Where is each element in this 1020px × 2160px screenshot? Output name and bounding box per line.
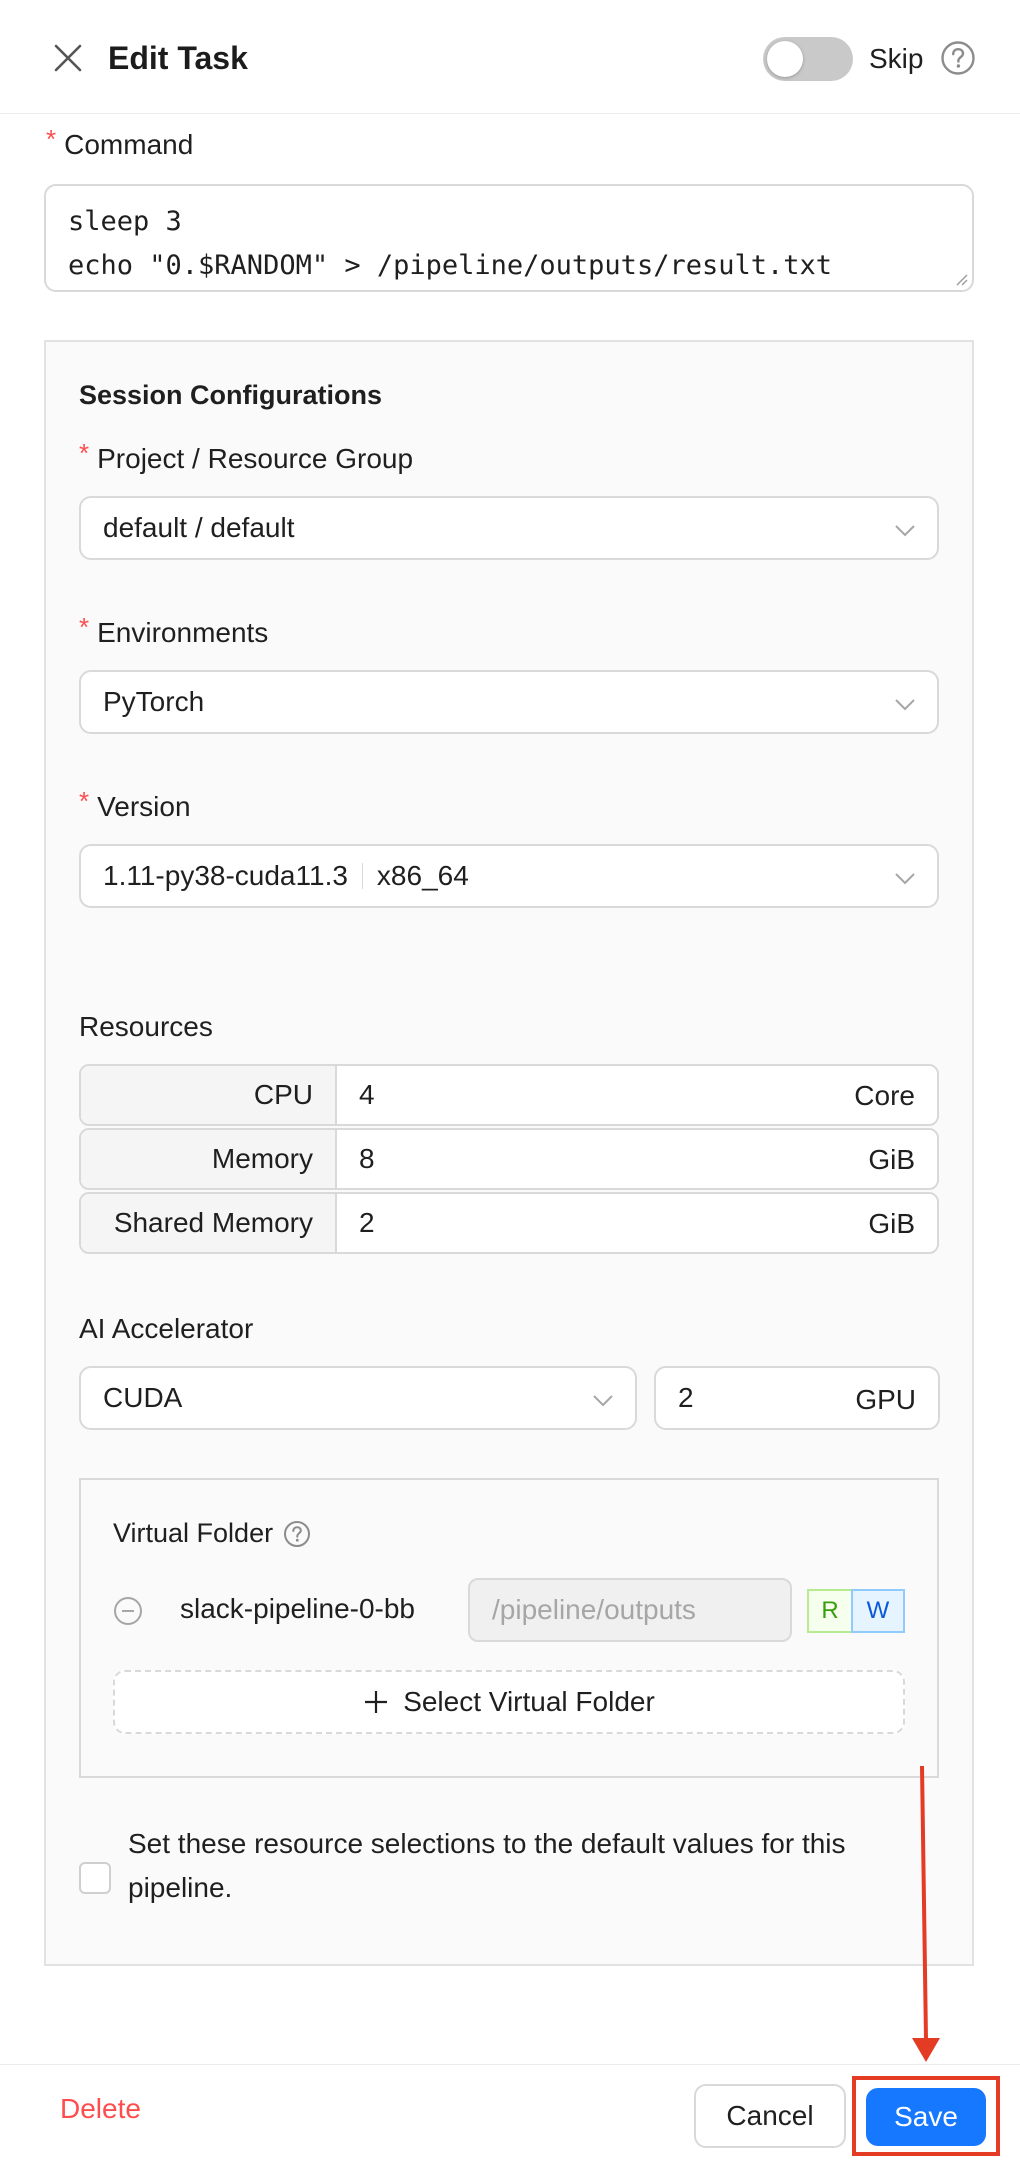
close-icon xyxy=(54,44,82,72)
question-circle-icon[interactable] xyxy=(283,1520,311,1548)
environment-value: PyTorch xyxy=(103,686,205,717)
chevron-down-icon xyxy=(895,525,915,537)
plus-icon xyxy=(365,1691,388,1713)
environment-select[interactable]: PyTorch xyxy=(79,670,939,734)
read-permission-button[interactable]: R xyxy=(807,1589,853,1633)
default-values-label: Set these resource selections to the def… xyxy=(128,1828,846,1903)
virtual-folder-name: slack-pipeline-0-bb xyxy=(180,1593,416,1624)
command-line-2: echo "0.$RANDOM" > /pipeline/outputs/res… xyxy=(68,250,833,281)
session-configurations-card: Session Configurations * Project / Resou… xyxy=(44,340,974,1966)
shared-memory-input[interactable]: 2 xyxy=(337,1194,937,1252)
project-label: * Project / Resource Group xyxy=(79,438,414,476)
resource-name: CPU xyxy=(81,1066,337,1124)
resource-row-cpu: CPU 4 Core xyxy=(79,1064,939,1126)
required-mark: * xyxy=(79,786,90,816)
delete-button[interactable]: Delete xyxy=(60,2089,141,2129)
skip-label: Skip xyxy=(869,43,924,74)
memory-input[interactable]: 8 xyxy=(337,1130,937,1188)
toggle-knob xyxy=(767,41,803,77)
project-select[interactable]: default / default xyxy=(79,496,939,560)
select-virtual-folder-label: Select Virtual Folder xyxy=(403,1686,655,1717)
resource-unit: Core xyxy=(854,1080,915,1111)
accelerator-type-value: CUDA xyxy=(103,1382,183,1413)
required-mark: * xyxy=(79,438,90,468)
virtual-folder-box: Virtual Folder slack-pipeline-0-bb /pipe… xyxy=(79,1478,939,1778)
command-line-1: sleep 3 xyxy=(68,206,182,237)
resource-name: Memory xyxy=(81,1130,337,1188)
close-button[interactable] xyxy=(46,36,90,80)
resources-label: Resources xyxy=(79,1011,213,1042)
resource-unit: GiB xyxy=(868,1144,915,1175)
resource-row-memory: Memory 8 GiB xyxy=(79,1128,939,1190)
command-textarea[interactable]: sleep 3 echo "0.$RANDOM" > /pipeline/out… xyxy=(44,184,974,292)
version-label-text: Version xyxy=(97,791,191,822)
project-label-text: Project / Resource Group xyxy=(97,443,414,474)
resource-row-shared-memory: Shared Memory 2 GiB xyxy=(79,1192,939,1254)
command-label: * Command xyxy=(46,124,194,162)
chevron-down-icon xyxy=(593,1395,613,1407)
drawer-header: Edit Task Skip xyxy=(0,0,1020,114)
session-title: Session Configurations xyxy=(79,380,383,410)
virtual-folder-label-text: Virtual Folder xyxy=(113,1518,274,1548)
environments-label: * Environments xyxy=(79,612,269,650)
minus-circle-icon[interactable] xyxy=(113,1596,143,1626)
page-title: Edit Task xyxy=(108,40,248,76)
ai-accelerator-label: AI Accelerator xyxy=(79,1313,254,1344)
version-value: 1.11-py38-cuda11.3 xyxy=(103,860,348,891)
chevron-down-icon xyxy=(895,873,915,885)
version-select[interactable]: 1.11-py38-cuda11.3 x86_64 xyxy=(79,844,939,908)
accelerator-unit: GPU xyxy=(855,1384,916,1415)
write-permission-button[interactable]: W xyxy=(851,1589,905,1633)
virtual-folder-label: Virtual Folder xyxy=(113,1518,311,1549)
accelerator-count-input[interactable]: 2 GPU xyxy=(654,1366,940,1430)
version-label: * Version xyxy=(79,786,191,824)
environments-label-text: Environments xyxy=(97,617,269,648)
project-value: default / default xyxy=(103,512,295,543)
required-mark: * xyxy=(46,124,57,154)
version-separator xyxy=(361,863,363,889)
skip-toggle[interactable] xyxy=(763,37,853,81)
resources-table: CPU 4 Core Memory 8 GiB Shared Memory 2 … xyxy=(79,1064,939,1256)
resize-grip-icon[interactable] xyxy=(952,270,968,286)
command-label-text: Command xyxy=(64,129,194,160)
version-arch: x86_64 xyxy=(376,860,469,891)
chevron-down-icon xyxy=(895,699,915,711)
question-circle-icon[interactable] xyxy=(940,40,976,76)
default-values-checkbox[interactable] xyxy=(79,1862,111,1894)
mount-path-input[interactable]: /pipeline/outputs xyxy=(468,1578,792,1642)
drawer-footer: Delete Cancel Save xyxy=(0,2064,1020,2160)
accelerator-count-value: 2 xyxy=(678,1382,694,1413)
save-highlight-box: Save xyxy=(852,2076,1000,2156)
required-mark: * xyxy=(79,612,90,642)
cancel-button[interactable]: Cancel xyxy=(694,2084,846,2148)
resource-unit: GiB xyxy=(868,1208,915,1239)
select-virtual-folder-button[interactable]: Select Virtual Folder xyxy=(113,1670,905,1734)
accelerator-type-select[interactable]: CUDA xyxy=(79,1366,637,1430)
save-button[interactable]: Save xyxy=(866,2088,986,2146)
resource-name: Shared Memory xyxy=(81,1194,337,1252)
cpu-input[interactable]: 4 xyxy=(337,1066,937,1124)
